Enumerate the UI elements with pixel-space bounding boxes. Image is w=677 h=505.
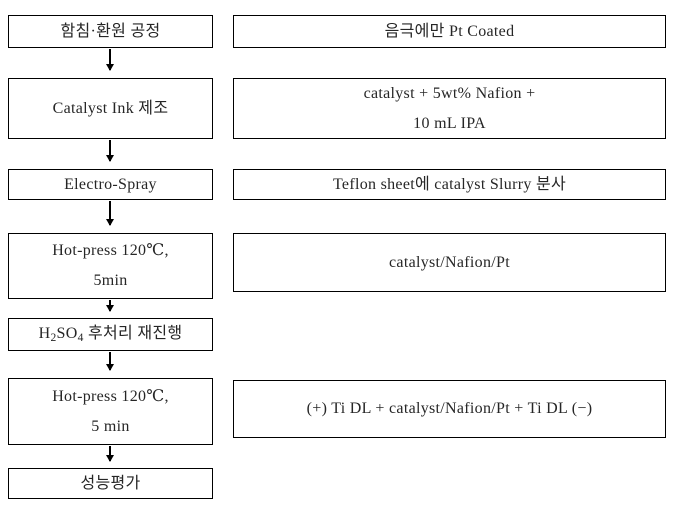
- detail-box-label: Teflon sheet에 catalyst Slurry 분사: [332, 175, 567, 193]
- process-box-label: 함침·환원 공정: [60, 22, 161, 40]
- process-box-label-line-2: 5min: [93, 272, 128, 289]
- arrow-down-icon: [109, 446, 111, 461]
- detail-box-label: (+) Ti DL + catalyst/Nafion/Pt + Ti DL (…: [306, 400, 593, 417]
- process-box-label: Electro-Spray: [64, 175, 157, 193]
- formula-h: H: [38, 324, 51, 342]
- process-box-label: 성능평가: [80, 474, 141, 492]
- detail-box-label-line-1: catalyst + 5wt% Nafion +: [363, 84, 536, 102]
- process-box-hot-press-first: Hot-press 120℃, 5min: [8, 233, 213, 299]
- process-box-hot-press-second: Hot-press 120℃, 5 min: [8, 378, 213, 445]
- process-box-label-line-1: Hot-press 120℃,: [52, 242, 169, 259]
- detail-box-label: 음극에만 Pt Coated: [384, 22, 515, 40]
- detail-box-cell-assembly: (+) Ti DL + catalyst/Nafion/Pt + Ti DL (…: [233, 380, 666, 438]
- process-box-electro-spray: Electro-Spray: [8, 169, 213, 200]
- arrow-down-icon: [109, 201, 111, 225]
- process-box-label-line-1: Hot-press 120℃,: [52, 387, 169, 405]
- arrow-down-icon: [109, 140, 111, 161]
- process-box-h2so4-posttreatment: H2SO4 후처리 재진행: [8, 318, 213, 351]
- detail-box-label-line-2: 10 mL IPA: [413, 114, 486, 132]
- arrow-down-icon: [109, 352, 111, 370]
- process-box-catalyst-ink: Catalyst Ink 제조: [8, 78, 213, 139]
- process-box-label-line-2: 5 min: [91, 417, 130, 435]
- formula-so: SO: [56, 324, 78, 342]
- process-box-label: H2SO4 후처리 재진행: [39, 324, 183, 346]
- detail-box-ink-composition: catalyst + 5wt% Nafion + 10 mL IPA: [233, 78, 666, 139]
- flowchart-canvas: 함침·환원 공정 Catalyst Ink 제조 Electro-Spray H…: [0, 0, 677, 505]
- process-box-dipping-reduction: 함침·환원 공정: [8, 15, 213, 48]
- formula-suffix-text: 후처리 재진행: [83, 324, 183, 342]
- detail-box-catalyst-nafion-pt: catalyst/Nafion/Pt: [233, 233, 666, 292]
- process-box-performance-evaluation: 성능평가: [8, 468, 213, 499]
- process-box-label: Catalyst Ink 제조: [52, 99, 169, 117]
- detail-box-teflon-sheet-spray: Teflon sheet에 catalyst Slurry 분사: [233, 169, 666, 200]
- arrow-down-icon: [109, 49, 111, 70]
- detail-box-label: catalyst/Nafion/Pt: [389, 253, 510, 271]
- arrow-down-icon: [109, 300, 111, 311]
- detail-box-pt-coated: 음극에만 Pt Coated: [233, 15, 666, 48]
